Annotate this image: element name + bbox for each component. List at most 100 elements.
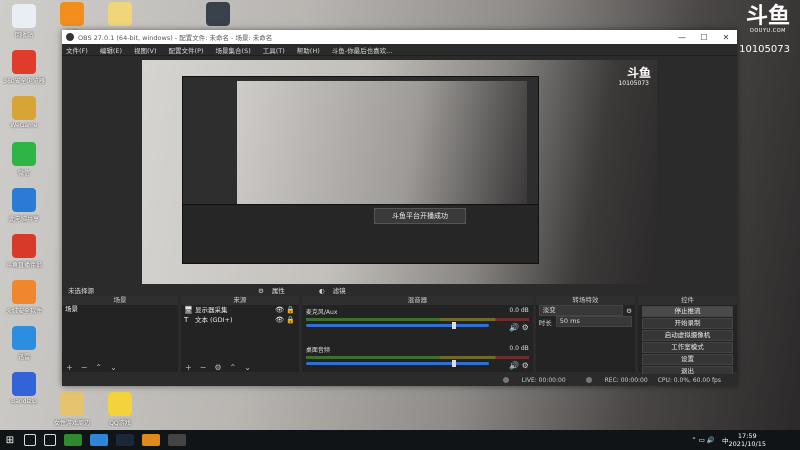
properties-button[interactable]: ⚙ 属性 [258, 285, 299, 295]
desktop-bottom-icon-0[interactable]: 女性游戏周边 [50, 392, 94, 427]
scenes-header: 场景 [62, 296, 178, 305]
window-title: OBS 27.0.1 (64-bit, windows) - 配置文件: 未命名… [78, 34, 273, 42]
desktop-icon-6[interactable]: 火绒安全软件 [2, 280, 46, 315]
remove-scene-button[interactable]: − [81, 363, 88, 372]
desktop-icon-5[interactable]: 斗鱼直播伴侣 [2, 234, 46, 269]
desktop-icon-label: 女性游戏周边 [53, 420, 90, 427]
monitor-icon: 🖥 [183, 306, 193, 314]
clock[interactable]: 17:59 2021/10/15 [729, 432, 766, 448]
menu-item-5[interactable]: 工具(T) [263, 45, 285, 55]
douyu-watermark: 斗鱼 DOUYU.COM [742, 4, 794, 34]
steam-icon[interactable] [116, 434, 134, 446]
source-label: 显示器采集 [194, 306, 228, 314]
transition-select[interactable]: 淡变 [538, 305, 624, 316]
channel-db: 0.0 dB [509, 345, 529, 352]
control-button-1[interactable]: 开始录制 [641, 318, 734, 329]
desktop-icon-6-icon [12, 280, 36, 304]
douyu-logo: 斗鱼 [745, 3, 790, 29]
mute-gear-icons[interactable]: 🔊 ⚙ [509, 323, 529, 332]
move-down-icon[interactable]: ⌄ [110, 363, 117, 372]
source-item-text[interactable]: T 文本 (GDI+) 👁 🔒 [181, 315, 299, 325]
desktop-icon-8-icon [12, 372, 36, 396]
desktop-icon-7[interactable]: 迅雷 [2, 326, 46, 361]
transitions-header: 转场特效 [535, 296, 635, 305]
menu-item-7[interactable]: 斗鱼-你最后也喜欢... [332, 45, 393, 55]
rec-time: REC: 00:00:00 [604, 376, 648, 384]
move-up-icon[interactable]: ⌃ [230, 363, 237, 372]
channel-name: 桌面音频 [305, 347, 330, 354]
desktop-icon-8[interactable]: Bandizip [2, 372, 46, 405]
app-green-icon[interactable] [64, 434, 82, 446]
desktop-icon-3[interactable]: 微信 [2, 142, 46, 177]
mixer-channel-mic: 麦克风/Aux 0.0 dB 🔊 ⚙ [302, 305, 533, 343]
eye-lock-icon[interactable]: 👁 🔒 [275, 315, 295, 325]
transition-settings-icon[interactable]: ⚙ [626, 307, 632, 315]
menu-item-4[interactable]: 场景集合(S) [216, 45, 251, 55]
control-button-0[interactable]: 停止推流 [641, 306, 734, 317]
control-button-2[interactable]: 启动虚拟摄像机 [641, 330, 734, 341]
live-time: LIVE: 00:00:00 [521, 376, 566, 384]
desktop-icon-1[interactable]: 360安全浏览器 [2, 50, 46, 85]
menu-item-0[interactable]: 文件(F) [66, 45, 88, 55]
move-up-icon[interactable]: ⌃ [95, 363, 102, 372]
close-button[interactable]: ✕ [715, 33, 737, 42]
mute-gear-icons[interactable]: 🔊 ⚙ [509, 361, 529, 370]
eye-lock-icon[interactable]: 👁 🔒 [275, 305, 295, 315]
control-button-3[interactable]: 工作室模式 [641, 342, 734, 353]
live-status: LIVE: 00:00:00 [493, 377, 566, 384]
menu-item-3[interactable]: 配置文件(P) [169, 45, 204, 55]
desktop-icon-5-icon [12, 234, 36, 258]
desktop-top-icon-1[interactable] [98, 2, 142, 28]
menu-item-1[interactable]: 编辑(E) [100, 45, 122, 55]
maximize-button[interactable]: ☐ [693, 33, 715, 42]
desktop-bottom-icon-1[interactable]: QQ游戏 [98, 392, 142, 427]
rec-status: REC: 00:00:00 [576, 377, 648, 384]
minimize-button[interactable]: — [671, 33, 693, 42]
duration-input[interactable]: 50 ms [555, 316, 632, 327]
menu-item-6[interactable]: 帮助(H) [297, 45, 320, 55]
obs-icon[interactable] [168, 434, 186, 446]
clock-time: 17:59 [737, 432, 757, 440]
start-button[interactable]: ⊞ [0, 435, 20, 446]
source-label: 文本 (GDI+) [194, 316, 233, 324]
source-settings-icon[interactable]: ⚙ [214, 363, 221, 372]
sources-header: 来源 [180, 296, 299, 305]
desktop-top-icon-2[interactable] [196, 2, 240, 28]
status-bar: LIVE: 00:00:00 REC: 00:00:00 CPU: 0.0%, … [62, 374, 737, 386]
slider-thumb[interactable] [452, 322, 457, 329]
tray-icons[interactable]: ⌃ ▭ 🔊 [691, 436, 715, 444]
control-button-4[interactable]: 设置 [641, 354, 734, 365]
desktop-icon-7-icon [12, 326, 36, 350]
desktop-top-icon-2-icon [206, 2, 230, 26]
preview-canvas[interactable]: 斗鱼平台开播成功 斗鱼 10105073 [142, 60, 657, 308]
obs-titlebar[interactable]: OBS 27.0.1 (64-bit, windows) - 配置文件: 未命名… [62, 30, 737, 44]
menu-item-2[interactable]: 视图(V) [134, 45, 157, 55]
volume-slider[interactable] [305, 322, 489, 329]
task-view-icon[interactable] [44, 434, 56, 446]
channel-name: 麦克风/Aux [305, 309, 338, 316]
room-number: 10105073 [739, 44, 790, 55]
remove-source-button[interactable]: − [200, 363, 207, 372]
search-icon[interactable] [24, 434, 36, 446]
desktop-icon-4[interactable]: 此电脑共享 [2, 188, 46, 223]
obs-window: OBS 27.0.1 (64-bit, windows) - 配置文件: 未命名… [62, 30, 738, 386]
filters-label: 滤镜 [332, 287, 346, 295]
douyu-app-icon[interactable] [142, 434, 160, 446]
add-source-button[interactable]: + [185, 363, 192, 372]
slider-thumb[interactable] [452, 360, 457, 367]
desktop-icon-2[interactable]: WeGame [2, 96, 46, 129]
edge-icon[interactable] [90, 434, 108, 446]
text-icon: T [183, 316, 189, 324]
scene-item[interactable]: 场景 [62, 305, 178, 314]
nested-obs-preview [182, 76, 539, 264]
source-item-display[interactable]: 🖥 显示器采集 👁 🔒 [181, 305, 299, 315]
move-down-icon[interactable]: ⌄ [244, 363, 251, 372]
windows-taskbar: ⊞ ⌃ ▭ 🔊 中 17:59 2021/10/15 [0, 430, 800, 450]
desktop-icon-label: 微信 [17, 170, 30, 177]
filters-button[interactable]: ◐ 滤镜 [319, 285, 360, 295]
channel-db: 0.0 dB [509, 307, 529, 314]
desktop-icon-0[interactable]: 回收站 [2, 4, 46, 39]
add-scene-button[interactable]: + [66, 363, 73, 372]
volume-slider[interactable] [305, 360, 489, 367]
menu-bar: 文件(F) 编辑(E) 视图(V) 配置文件(P) 场景集合(S) 工具(T) 帮助(H) 斗… [62, 44, 737, 56]
